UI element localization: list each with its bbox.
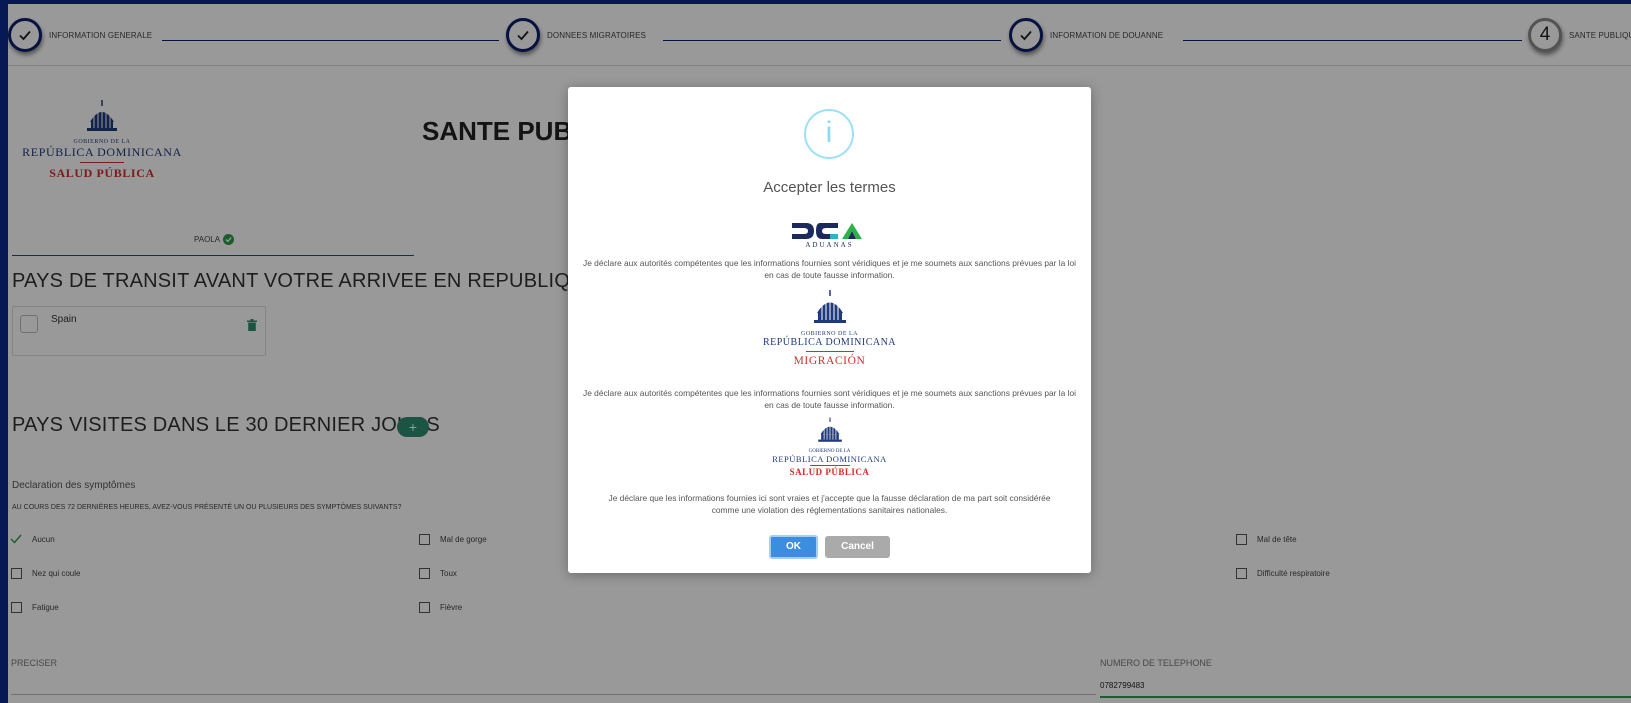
migracion-logo: GOBIERNO DE LA REPÚBLICA DOMINICANA MIGR… [568, 290, 1091, 367]
salud-publica-modal-logo: GOBIERNO DE LA REPÚBLICA DOMINICANA SALU… [568, 417, 1091, 477]
cancel-button[interactable]: Cancel [825, 536, 890, 558]
info-icon: i [804, 109, 854, 159]
declaration-salud: Je déclare que les informations fournies… [608, 493, 1051, 515]
logo-line3: SALUD PÚBLICA [789, 467, 870, 477]
dome-icon [813, 290, 846, 323]
logo-rule [809, 465, 850, 466]
logo-line3: MIGRACIÓN [793, 355, 866, 367]
logo-line2: REPÚBLICA DOMINICANA [772, 454, 887, 464]
dga-logo-subtitle: ADUANAS [805, 241, 854, 249]
ok-button[interactable]: OK [769, 535, 818, 559]
dialog-title: Accepter les termes [763, 179, 896, 196]
terms-dialog: i Accepter les termes ADUANAS Je déclare… [568, 87, 1091, 573]
dome-icon [817, 417, 842, 442]
declaration-migracion: Je déclare aux autorités compétentes que… [583, 388, 1076, 410]
declaration-aduanas: Je déclare aux autorités compétentes que… [583, 258, 1076, 280]
logo-line2: REPÚBLICA DOMINICANA [762, 337, 897, 348]
logo-rule [805, 351, 854, 352]
